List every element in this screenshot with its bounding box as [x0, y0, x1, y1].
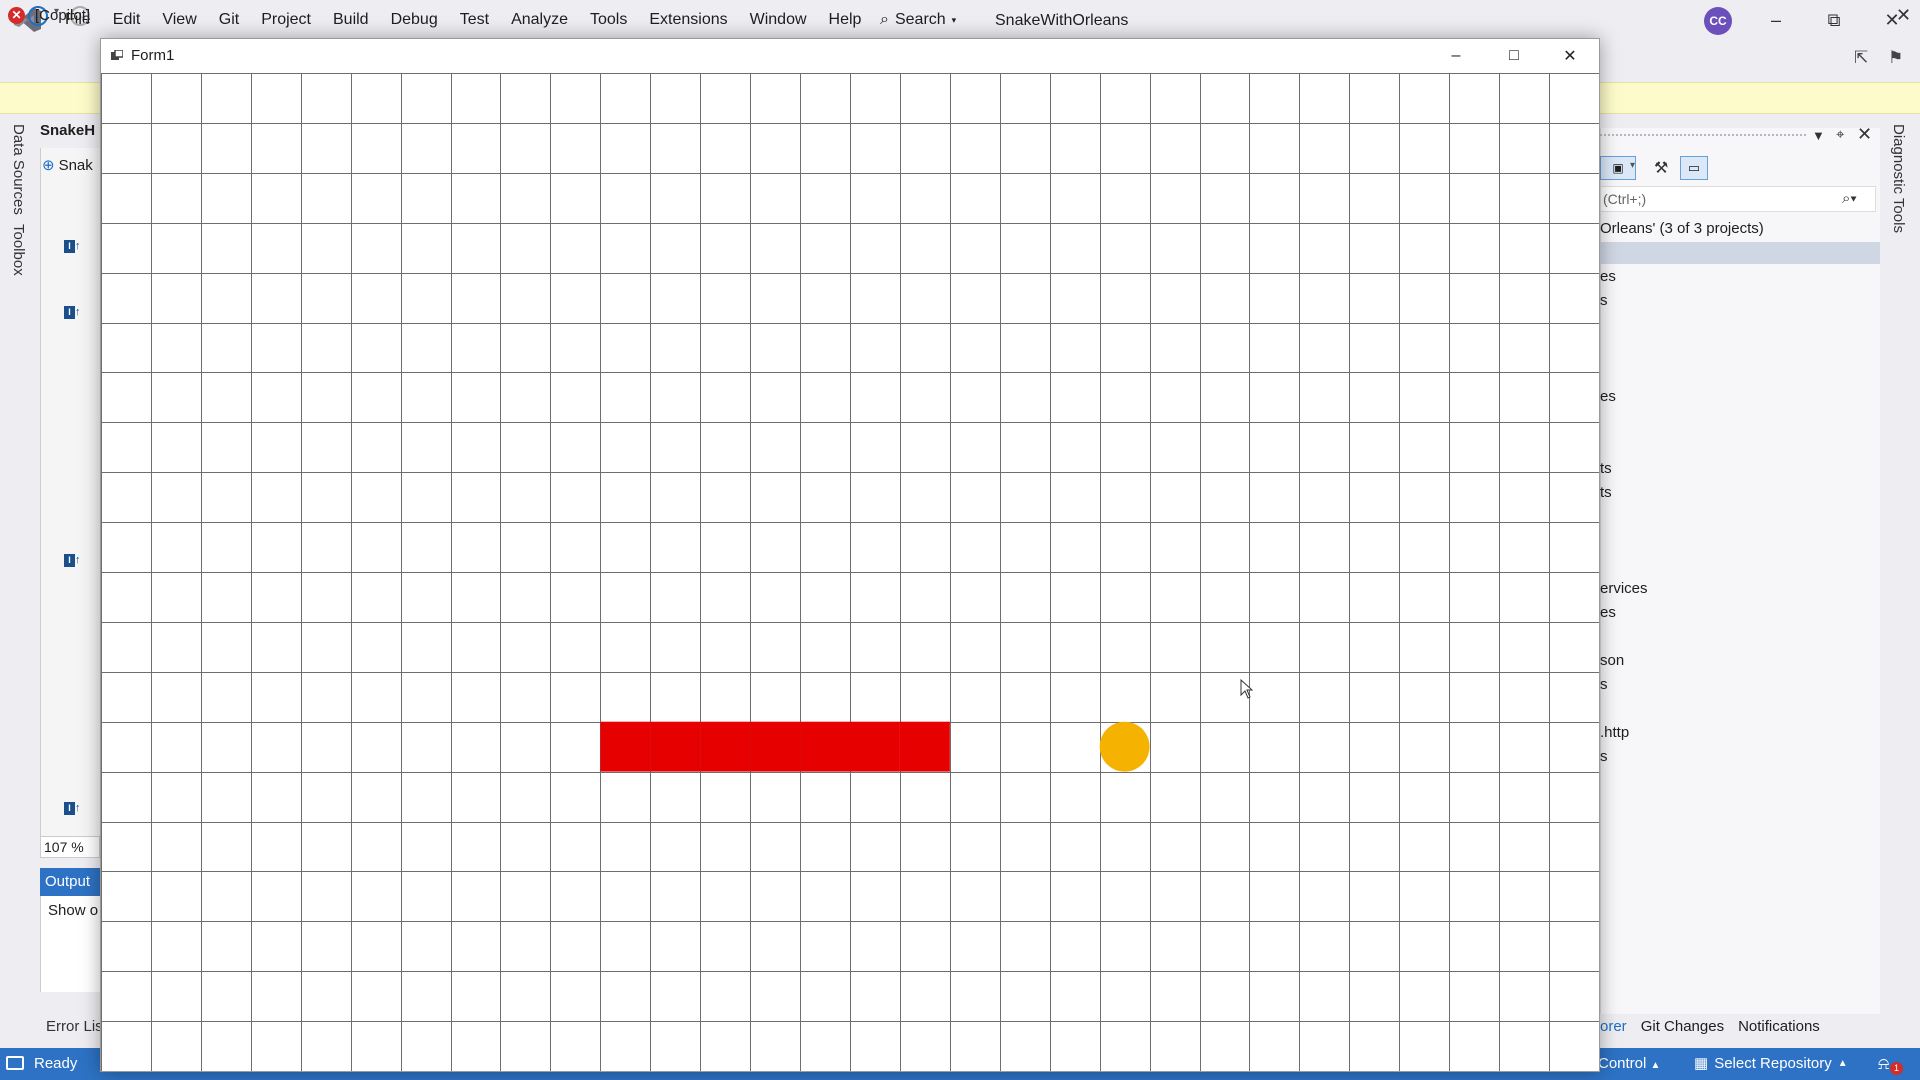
tab-solution-explorer[interactable]: orer	[1600, 1018, 1627, 1040]
class-selector-label: Snak	[58, 156, 93, 174]
select-repository-button[interactable]: ▦ Select Repository ▲	[1694, 1048, 1848, 1080]
tab-toolbox[interactable]: Toolbox	[10, 224, 27, 276]
menu-edit[interactable]: Edit	[102, 0, 152, 40]
implements-icon[interactable]: I ↑	[64, 554, 86, 570]
menu-bar: File Edit View Git Project Build Debug T…	[54, 0, 872, 40]
search-label: Search	[894, 11, 946, 28]
minimize-button[interactable]: –	[1748, 0, 1804, 40]
preview-selected-icon[interactable]: ▭	[1680, 156, 1708, 180]
pin-icon[interactable]: ⌖	[1836, 126, 1844, 143]
tab-data-sources[interactable]: Data Sources	[10, 124, 27, 215]
output-status-icon[interactable]	[6, 1056, 24, 1070]
snake-segment	[750, 721, 801, 772]
class-icon: ⊕	[42, 157, 55, 174]
form1-window[interactable]: Form1 – □ ✕	[100, 38, 1600, 1072]
account-avatar[interactable]: CC	[1704, 7, 1732, 35]
solution-search-input[interactable]: (Ctrl+;)	[1600, 186, 1876, 212]
menu-git[interactable]: Git	[208, 0, 250, 40]
game-grid	[101, 73, 1599, 1071]
snake-segment	[600, 721, 651, 772]
menu-tools[interactable]: Tools	[579, 0, 638, 40]
document-tab[interactable]: SnakeH	[40, 122, 95, 148]
select-repository-label: Select Repository	[1714, 1055, 1832, 1072]
output-show-label: Show o	[48, 902, 99, 919]
menu-view[interactable]: View	[151, 0, 207, 40]
tree-item[interactable]: es	[1600, 268, 1616, 285]
tree-item[interactable]: s	[1600, 292, 1608, 309]
close-button[interactable]: ✕	[1864, 0, 1920, 40]
solution-name: SnakeWithOrleans	[995, 12, 1129, 29]
tree-item[interactable]: es	[1600, 604, 1616, 621]
menu-help[interactable]: Help	[818, 0, 873, 40]
chevron-up-icon: ▲	[1650, 1060, 1661, 1071]
search-icon: ⌕	[880, 11, 889, 28]
info-bar-text: [Copilot]	[35, 7, 91, 24]
tree-item[interactable]: ts	[1600, 484, 1612, 501]
tab-diagnostic-tools[interactable]: Diagnostic Tools	[1890, 124, 1907, 233]
tree-item[interactable]: .http	[1600, 724, 1629, 741]
form-minimize-button[interactable]: –	[1427, 39, 1485, 73]
search-box[interactable]: ⌕ Search ▾	[872, 6, 964, 34]
menu-extensions[interactable]: Extensions	[638, 0, 738, 40]
snake-segment	[850, 721, 900, 772]
tree-item[interactable]: son	[1600, 652, 1624, 669]
snake-segment	[650, 721, 701, 772]
food-pellet	[1099, 721, 1150, 772]
tree-item[interactable]: s	[1600, 748, 1608, 765]
form-maximize-button[interactable]: □	[1485, 39, 1543, 73]
snake-segment	[800, 721, 850, 772]
chevron-down-icon: ▾	[951, 14, 957, 25]
restore-button[interactable]: ⧉	[1806, 0, 1862, 40]
form1-title-bar[interactable]: Form1 – □ ✕	[101, 39, 1599, 73]
close-icon[interactable]: ✕	[1896, 5, 1911, 26]
zoom-level[interactable]: 107 %	[40, 836, 100, 858]
mouse-cursor-icon	[1240, 679, 1254, 699]
tab-git-changes[interactable]: Git Changes	[1641, 1018, 1724, 1040]
search-icon[interactable]: ⌕▾	[1842, 190, 1857, 207]
form-close-button[interactable]: ✕	[1541, 39, 1599, 73]
source-control-button[interactable]: Control ▲	[1598, 1048, 1660, 1080]
error-icon: ✕	[8, 7, 25, 24]
menu-test[interactable]: Test	[449, 0, 500, 40]
selected-tree-row[interactable]	[1600, 242, 1880, 264]
properties-icon[interactable]: ⚒	[1654, 158, 1668, 178]
menu-project[interactable]: Project	[250, 0, 322, 40]
form1-title: Form1	[131, 47, 175, 64]
class-selector[interactable]: ⊕ Snak	[42, 152, 93, 178]
repository-icon: ▦	[1694, 1055, 1709, 1072]
live-share-icon[interactable]: ⇱	[1854, 48, 1868, 68]
menu-analyze[interactable]: Analyze	[500, 0, 579, 40]
menu-build[interactable]: Build	[322, 0, 380, 40]
implements-icon[interactable]: I ↑	[64, 306, 86, 322]
form-icon	[111, 50, 123, 60]
notification-count-badge: 1	[1890, 1062, 1903, 1075]
source-control-label: Control	[1598, 1055, 1647, 1072]
solution-node[interactable]: Orleans' (3 of 3 projects)	[1600, 220, 1764, 237]
output-panel-tab[interactable]: Output	[40, 868, 102, 896]
feedback-icon[interactable]: ⚑	[1888, 48, 1903, 68]
tree-item[interactable]: ts	[1600, 460, 1612, 477]
snake	[600, 721, 950, 772]
tab-notifications[interactable]: Notifications	[1738, 1018, 1820, 1040]
menu-window[interactable]: Window	[739, 0, 818, 40]
implements-icon[interactable]: I ↑	[64, 802, 86, 818]
tree-item[interactable]: ervices	[1600, 580, 1648, 597]
close-icon[interactable]: ✕	[1857, 124, 1872, 145]
tab-error-list[interactable]: Error Lis	[46, 1018, 103, 1035]
right-panel-tabs: orer Git Changes Notifications	[1600, 1018, 1820, 1040]
panel-grip[interactable]	[1600, 134, 1806, 144]
snake-segment	[899, 721, 950, 772]
tree-item[interactable]: es	[1600, 388, 1616, 405]
snake-segment	[700, 721, 751, 772]
chevron-up-icon: ▲	[1837, 1058, 1848, 1069]
menu-debug[interactable]: Debug	[380, 0, 449, 40]
tree-item[interactable]: s	[1600, 676, 1608, 693]
status-text: Ready	[34, 1055, 78, 1072]
game-board[interactable]	[101, 73, 1599, 1071]
chevron-down-icon[interactable]: ▼	[1812, 128, 1825, 143]
chevron-down-icon[interactable]: ▾	[1630, 160, 1635, 171]
notifications-bell-icon[interactable]: ⍾	[1878, 1054, 1889, 1074]
implements-icon[interactable]: I ↑	[64, 240, 86, 256]
